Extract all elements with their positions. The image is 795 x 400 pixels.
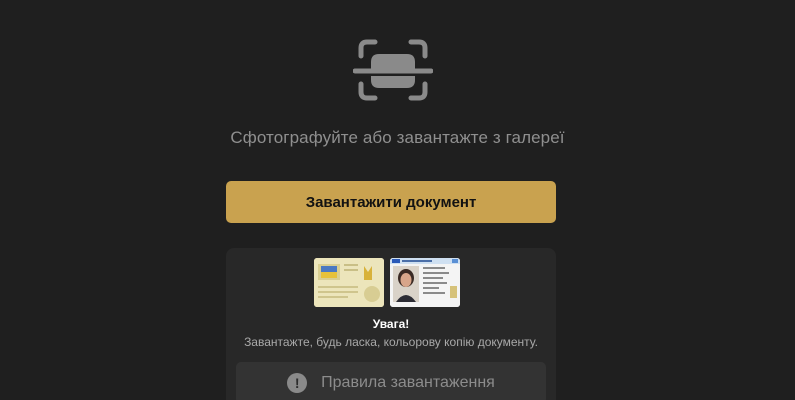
warning-message: Завантажте, будь ласка, кольорову копію … [244, 335, 538, 349]
upload-rules-button[interactable]: ! Правила завантаження [236, 362, 546, 400]
scan-document-icon [353, 39, 433, 101]
upload-hint-card: Увага! Завантажте, будь ласка, кольорову… [226, 248, 556, 400]
warning-title: Увага! [372, 317, 410, 331]
upload-document-button[interactable]: Завантажити документ [226, 181, 556, 223]
id-card-front-image [390, 258, 460, 307]
upload-rules-label: Правила завантаження [321, 374, 495, 391]
id-card-back-image [314, 258, 384, 307]
upload-screen: Сфотографуйте або завантажте з галереї З… [0, 0, 795, 400]
upload-instruction: Сфотографуйте або завантажте з галереї [230, 128, 565, 147]
exclamation-circle-icon: ! [287, 373, 308, 393]
